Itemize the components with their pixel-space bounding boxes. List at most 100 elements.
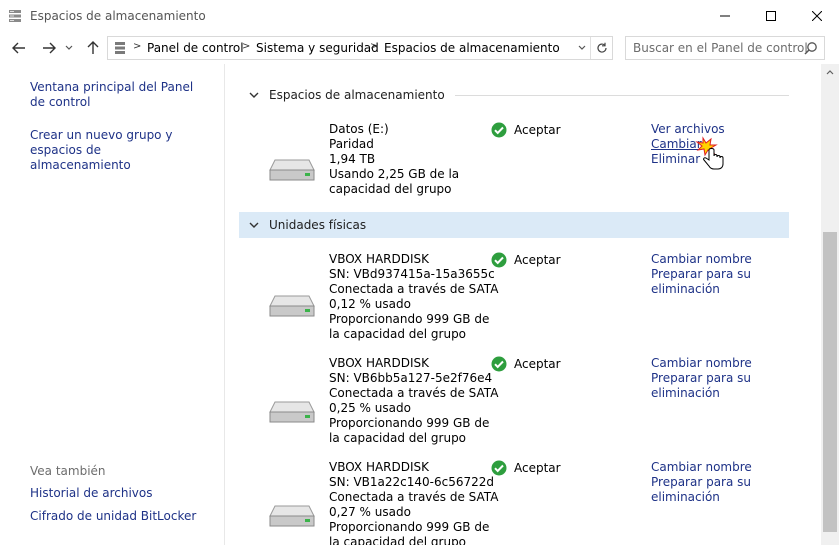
forward-arrow-icon	[43, 42, 56, 54]
maximize-icon	[766, 11, 776, 21]
storage-spaces-icon	[115, 42, 125, 54]
prepare-removal-link-cont[interactable]: eliminación	[651, 386, 791, 401]
physical-drives-section-header[interactable]: Unidades físicas	[239, 212, 789, 238]
address-bar[interactable]: > Panel de control > Sistema y seguridad…	[107, 36, 613, 60]
refresh-button[interactable]	[594, 39, 610, 57]
prepare-removal-link[interactable]: Preparar para su	[651, 475, 791, 490]
hard-drive-icon	[269, 401, 315, 423]
status-text: Aceptar	[514, 357, 561, 371]
prepare-removal-link-cont[interactable]: eliminación	[651, 282, 791, 297]
status-badge: Aceptar	[491, 356, 561, 372]
up-arrow-icon	[87, 41, 99, 54]
left-navigation-pane: Ventana principal del Panel de control C…	[0, 64, 224, 545]
drive-connection: Conectada a través de SATA	[329, 282, 499, 296]
status-text: Aceptar	[514, 461, 561, 475]
maximize-button[interactable]	[748, 0, 794, 32]
hard-drive-icon	[269, 505, 315, 527]
breadcrumb-separator: >	[242, 41, 251, 52]
close-icon	[812, 11, 822, 21]
drive-serial: SN: VB6bb5a127-5e2f76e4	[329, 371, 493, 385]
space-usage: Usando 2,25 GB de la	[329, 167, 460, 181]
drive-serial: SN: VB1a22c140-6c56722d	[329, 475, 495, 489]
minimize-button[interactable]	[702, 0, 748, 32]
drive-serial: SN: VBd937415a-15a3655c	[329, 267, 495, 281]
drive-connection: Conectada a través de SATA	[329, 490, 499, 504]
ok-check-icon	[491, 356, 507, 372]
physical-drive-actions: Cambiar nombre Preparar para su eliminac…	[651, 356, 791, 401]
breadcrumb-control-panel[interactable]: Panel de control	[147, 41, 244, 55]
search-input[interactable]: Buscar en el Panel de control	[625, 36, 825, 60]
file-history-link[interactable]: Historial de archivos	[30, 486, 210, 501]
storage-spaces-section-header[interactable]: Espacios de almacenamiento	[239, 82, 789, 108]
section-title: Espacios de almacenamiento	[269, 88, 445, 102]
status-text: Aceptar	[514, 253, 561, 267]
drive-provided-cont: la capacidad del grupo	[329, 431, 467, 445]
prepare-removal-link[interactable]: Preparar para su	[651, 371, 791, 386]
drive-model: VBOX HARDDISK	[329, 460, 430, 474]
space-name: Datos (E:)	[329, 122, 389, 136]
status-badge: Aceptar	[491, 252, 561, 268]
rename-link[interactable]: Cambiar nombre	[651, 252, 791, 267]
ok-check-icon	[491, 122, 507, 138]
physical-drive-actions: Cambiar nombre Preparar para su eliminac…	[651, 460, 791, 505]
space-usage-cont: capacidad del grupo	[329, 182, 452, 196]
drive-usage: 0,27 % usado	[329, 505, 411, 519]
section-title: Unidades físicas	[269, 218, 367, 232]
space-capacity: 1,94 TB	[329, 152, 376, 166]
chevron-down-icon	[249, 92, 259, 98]
minimize-icon	[720, 15, 730, 17]
chevron-down-icon	[249, 222, 259, 228]
chevron-up-icon	[826, 70, 834, 75]
drive-provided-cont: la capacidad del grupo	[329, 535, 467, 545]
hard-drive-icon	[269, 159, 315, 181]
breadcrumb-separator: >	[370, 41, 379, 52]
title-bar: Espacios de almacenamiento	[0, 0, 839, 32]
storage-space-details: Datos (E:) Paridad 1,94 TB Usando 2,25 G…	[329, 122, 489, 197]
drive-model: VBOX HARDDISK	[329, 252, 430, 266]
physical-drive-details: VBOX HARDDISK SN: VB6bb5a127-5e2f76e4 Co…	[329, 356, 499, 446]
window-title: Espacios de almacenamiento	[30, 9, 206, 23]
see-also-heading: Vea también	[30, 464, 106, 478]
scrollbar-thumb[interactable]	[823, 232, 837, 532]
space-resiliency: Paridad	[329, 137, 374, 151]
bitlocker-link[interactable]: Cifrado de unidad BitLocker	[30, 509, 210, 524]
physical-drive-details: VBOX HARDDISK SN: VBd937415a-15a3655c Co…	[329, 252, 499, 342]
refresh-icon	[597, 42, 607, 53]
back-button[interactable]	[8, 38, 30, 58]
storage-spaces-icon	[9, 10, 21, 22]
rename-link[interactable]: Cambiar nombre	[651, 356, 791, 371]
hand-cursor-icon	[695, 136, 724, 170]
rename-link[interactable]: Cambiar nombre	[651, 460, 791, 475]
forward-button[interactable]	[38, 38, 60, 58]
drive-connection: Conectada a través de SATA	[329, 386, 499, 400]
drive-model: VBOX HARDDISK	[329, 356, 430, 370]
hard-drive-icon	[269, 295, 315, 317]
status-text: Aceptar	[514, 123, 561, 137]
drive-provided-cont: la capacidad del grupo	[329, 327, 467, 341]
create-pool-link[interactable]: Crear un nuevo grupo y espacios de almac…	[30, 128, 190, 173]
ok-check-icon	[491, 252, 507, 268]
vertical-scrollbar[interactable]	[821, 64, 839, 545]
prepare-removal-link[interactable]: Preparar para su	[651, 267, 791, 282]
breadcrumb-separator: >	[133, 41, 142, 52]
address-divider	[590, 37, 591, 59]
recent-dropdown-icon	[65, 45, 73, 50]
breadcrumb-system-security[interactable]: Sistema y seguridad	[256, 41, 379, 55]
section-divider	[454, 94, 789, 96]
main-content-pane: Espacios de almacenamiento Datos (E:) Pa…	[224, 64, 821, 545]
prepare-removal-link-cont[interactable]: eliminación	[651, 490, 791, 505]
breadcrumb-storage-spaces[interactable]: Espacios de almacenamiento	[384, 41, 560, 55]
view-files-link[interactable]: Ver archivos	[651, 122, 791, 137]
recent-locations-button[interactable]	[62, 38, 76, 58]
up-button[interactable]	[82, 38, 104, 58]
status-badge: Aceptar	[491, 122, 561, 138]
control-panel-home-link[interactable]: Ventana principal del Panel de control	[30, 80, 210, 110]
physical-drive-actions: Cambiar nombre Preparar para su eliminac…	[651, 252, 791, 297]
drive-provided: Proporcionando 999 GB de	[329, 520, 490, 534]
address-dropdown-icon[interactable]	[578, 45, 586, 51]
back-arrow-icon	[12, 42, 25, 54]
navigation-bar: > Panel de control > Sistema y seguridad…	[0, 32, 839, 64]
scroll-up-button[interactable]	[821, 64, 839, 81]
drive-provided: Proporcionando 999 GB de	[329, 416, 490, 430]
close-button[interactable]	[794, 0, 839, 32]
